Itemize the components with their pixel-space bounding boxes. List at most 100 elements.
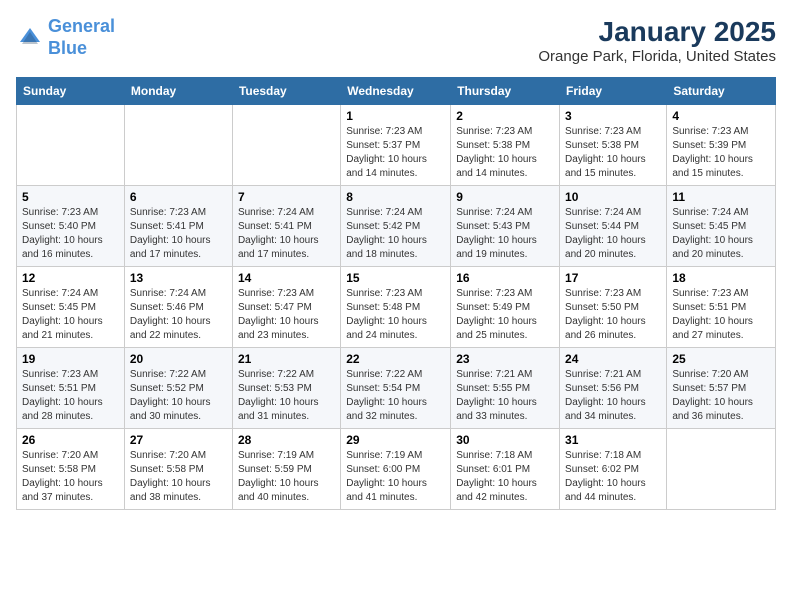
day-number: 25 bbox=[672, 352, 770, 366]
day-number: 20 bbox=[130, 352, 227, 366]
calendar-cell: 17Sunrise: 7:23 AM Sunset: 5:50 PM Dayli… bbox=[560, 267, 667, 348]
day-number: 5 bbox=[22, 190, 119, 204]
calendar-cell: 11 Sunrise: 7:24 AM Sunset: 5:45 PM Dayli… bbox=[667, 186, 776, 267]
day-info: Sunrise: 7:23 AM Sunset: 5:37 PM Dayligh… bbox=[346, 125, 445, 181]
day-number: 17 bbox=[565, 271, 661, 285]
calendar-cell: 14 Sunrise: 7:23 AM Sunset: 5:47 PM Dayli… bbox=[232, 267, 340, 348]
day-info: Sunrise: 7:18 AM Sunset: 6:01 PM Dayligh… bbox=[456, 449, 554, 505]
day-info: Sunrise: 7:23 AM Sunset: 5:51 PM Dayligh… bbox=[672, 287, 770, 343]
day-info: Sunrise: 7:19 AM Sunset: 5:59 PM Dayligh… bbox=[238, 449, 335, 505]
day-number: 14 bbox=[238, 271, 335, 285]
day-info: Sunrise: 7:24 AM Sunset: 5:46 PM Dayligh… bbox=[130, 287, 227, 343]
day-info: Sunrise: 7:23 AM Sunset: 5:38 PM Dayligh… bbox=[456, 125, 554, 181]
logo-line2: Blue bbox=[48, 38, 87, 58]
calendar-cell: 6 Sunrise: 7:23 AM Sunset: 5:41 PM Daylig… bbox=[124, 186, 232, 267]
title-block: January 2025 Orange Park, Florida, Unite… bbox=[538, 16, 776, 65]
day-info: Sunrise: 7:21 AM Sunset: 5:55 PM Dayligh… bbox=[456, 368, 554, 424]
calendar-cell: 7 Sunrise: 7:24 AM Sunset: 5:41 PM Daylig… bbox=[232, 186, 340, 267]
day-info: Sunrise: 7:19 AM Sunset: 6:00 PM Dayligh… bbox=[346, 449, 445, 505]
calendar-cell: 30Sunrise: 7:18 AM Sunset: 6:01 PM Dayli… bbox=[451, 429, 560, 510]
calendar-cell: 27 Sunrise: 7:20 AM Sunset: 5:58 PM Dayli… bbox=[124, 429, 232, 510]
logo: General Blue bbox=[16, 16, 115, 59]
day-info: Sunrise: 7:24 AM Sunset: 5:41 PM Dayligh… bbox=[238, 206, 335, 262]
day-info: Sunrise: 7:24 AM Sunset: 5:44 PM Dayligh… bbox=[565, 206, 661, 262]
logo-line1: General bbox=[48, 16, 115, 36]
logo-text: General Blue bbox=[48, 16, 115, 59]
day-info: Sunrise: 7:18 AM Sunset: 6:02 PM Dayligh… bbox=[565, 449, 661, 505]
calendar-cell: 20Sunrise: 7:22 AM Sunset: 5:52 PM Dayli… bbox=[124, 348, 232, 429]
day-number: 7 bbox=[238, 190, 335, 204]
calendar-cell: 4 Sunrise: 7:23 AM Sunset: 5:39 PM Daylig… bbox=[667, 105, 776, 186]
day-info: Sunrise: 7:24 AM Sunset: 5:45 PM Dayligh… bbox=[672, 206, 770, 262]
day-info: Sunrise: 7:23 AM Sunset: 5:49 PM Dayligh… bbox=[456, 287, 554, 343]
calendar-cell: 29Sunrise: 7:19 AM Sunset: 6:00 PM Dayli… bbox=[341, 429, 451, 510]
calendar-cell: 18Sunrise: 7:23 AM Sunset: 5:51 PM Dayli… bbox=[667, 267, 776, 348]
day-number: 23 bbox=[456, 352, 554, 366]
day-info: Sunrise: 7:24 AM Sunset: 5:43 PM Dayligh… bbox=[456, 206, 554, 262]
day-info: Sunrise: 7:21 AM Sunset: 5:56 PM Dayligh… bbox=[565, 368, 661, 424]
day-number: 26 bbox=[22, 433, 119, 447]
calendar-cell: 5 Sunrise: 7:23 AM Sunset: 5:40 PM Daylig… bbox=[17, 186, 125, 267]
day-info: Sunrise: 7:23 AM Sunset: 5:48 PM Dayligh… bbox=[346, 287, 445, 343]
calendar-cell: 25 Sunrise: 7:20 AM Sunset: 5:57 PM Dayli… bbox=[667, 348, 776, 429]
day-info: Sunrise: 7:24 AM Sunset: 5:42 PM Dayligh… bbox=[346, 206, 445, 262]
calendar-cell: 8 Sunrise: 7:24 AM Sunset: 5:42 PM Daylig… bbox=[341, 186, 451, 267]
day-number: 6 bbox=[130, 190, 227, 204]
weekday-header: Friday bbox=[560, 78, 667, 105]
day-number: 31 bbox=[565, 433, 661, 447]
day-number: 10 bbox=[565, 190, 661, 204]
calendar-cell: 2 Sunrise: 7:23 AM Sunset: 5:38 PM Daylig… bbox=[451, 105, 560, 186]
day-number: 12 bbox=[22, 271, 119, 285]
day-number: 13 bbox=[130, 271, 227, 285]
logo-icon bbox=[16, 24, 44, 52]
weekday-header: Saturday bbox=[667, 78, 776, 105]
day-number: 4 bbox=[672, 109, 770, 123]
calendar-title: January 2025 bbox=[538, 16, 776, 48]
day-info: Sunrise: 7:20 AM Sunset: 5:57 PM Dayligh… bbox=[672, 368, 770, 424]
day-number: 9 bbox=[456, 190, 554, 204]
day-number: 19 bbox=[22, 352, 119, 366]
day-info: Sunrise: 7:23 AM Sunset: 5:40 PM Dayligh… bbox=[22, 206, 119, 262]
weekday-header: Tuesday bbox=[232, 78, 340, 105]
day-number: 3 bbox=[565, 109, 661, 123]
weekday-header: Thursday bbox=[451, 78, 560, 105]
day-number: 2 bbox=[456, 109, 554, 123]
page-header: General Blue January 2025 Orange Park, F… bbox=[16, 16, 776, 65]
day-info: Sunrise: 7:23 AM Sunset: 5:51 PM Dayligh… bbox=[22, 368, 119, 424]
day-info: Sunrise: 7:23 AM Sunset: 5:39 PM Dayligh… bbox=[672, 125, 770, 181]
day-info: Sunrise: 7:22 AM Sunset: 5:54 PM Dayligh… bbox=[346, 368, 445, 424]
day-info: Sunrise: 7:20 AM Sunset: 5:58 PM Dayligh… bbox=[22, 449, 119, 505]
calendar-week-row: 5 Sunrise: 7:23 AM Sunset: 5:40 PM Daylig… bbox=[17, 186, 776, 267]
header-row: SundayMondayTuesdayWednesdayThursdayFrid… bbox=[17, 78, 776, 105]
calendar-cell: 28Sunrise: 7:19 AM Sunset: 5:59 PM Dayli… bbox=[232, 429, 340, 510]
day-info: Sunrise: 7:23 AM Sunset: 5:41 PM Dayligh… bbox=[130, 206, 227, 262]
calendar-cell: 1Sunrise: 7:23 AM Sunset: 5:37 PM Daylig… bbox=[341, 105, 451, 186]
calendar-cell: 10 Sunrise: 7:24 AM Sunset: 5:44 PM Dayli… bbox=[560, 186, 667, 267]
calendar-cell: 16Sunrise: 7:23 AM Sunset: 5:49 PM Dayli… bbox=[451, 267, 560, 348]
day-info: Sunrise: 7:23 AM Sunset: 5:47 PM Dayligh… bbox=[238, 287, 335, 343]
day-info: Sunrise: 7:23 AM Sunset: 5:38 PM Dayligh… bbox=[565, 125, 661, 181]
calendar-week-row: 12Sunrise: 7:24 AM Sunset: 5:45 PM Dayli… bbox=[17, 267, 776, 348]
calendar-cell: 24Sunrise: 7:21 AM Sunset: 5:56 PM Dayli… bbox=[560, 348, 667, 429]
calendar-week-row: 1Sunrise: 7:23 AM Sunset: 5:37 PM Daylig… bbox=[17, 105, 776, 186]
weekday-header: Wednesday bbox=[341, 78, 451, 105]
weekday-header: Monday bbox=[124, 78, 232, 105]
calendar-table: SundayMondayTuesdayWednesdayThursdayFrid… bbox=[16, 77, 776, 510]
day-number: 21 bbox=[238, 352, 335, 366]
day-number: 27 bbox=[130, 433, 227, 447]
calendar-cell bbox=[17, 105, 125, 186]
day-number: 15 bbox=[346, 271, 445, 285]
calendar-cell: 23 Sunrise: 7:21 AM Sunset: 5:55 PM Dayli… bbox=[451, 348, 560, 429]
calendar-week-row: 26 Sunrise: 7:20 AM Sunset: 5:58 PM Dayli… bbox=[17, 429, 776, 510]
calendar-cell: 15 Sunrise: 7:23 AM Sunset: 5:48 PM Dayli… bbox=[341, 267, 451, 348]
calendar-subtitle: Orange Park, Florida, United States bbox=[538, 48, 776, 65]
calendar-cell: 26 Sunrise: 7:20 AM Sunset: 5:58 PM Dayli… bbox=[17, 429, 125, 510]
calendar-cell: 12Sunrise: 7:24 AM Sunset: 5:45 PM Dayli… bbox=[17, 267, 125, 348]
calendar-cell: 21Sunrise: 7:22 AM Sunset: 5:53 PM Dayli… bbox=[232, 348, 340, 429]
day-number: 11 bbox=[672, 190, 770, 204]
day-info: Sunrise: 7:20 AM Sunset: 5:58 PM Dayligh… bbox=[130, 449, 227, 505]
calendar-cell bbox=[232, 105, 340, 186]
day-number: 8 bbox=[346, 190, 445, 204]
calendar-cell: 9 Sunrise: 7:24 AM Sunset: 5:43 PM Daylig… bbox=[451, 186, 560, 267]
calendar-cell: 22Sunrise: 7:22 AM Sunset: 5:54 PM Dayli… bbox=[341, 348, 451, 429]
